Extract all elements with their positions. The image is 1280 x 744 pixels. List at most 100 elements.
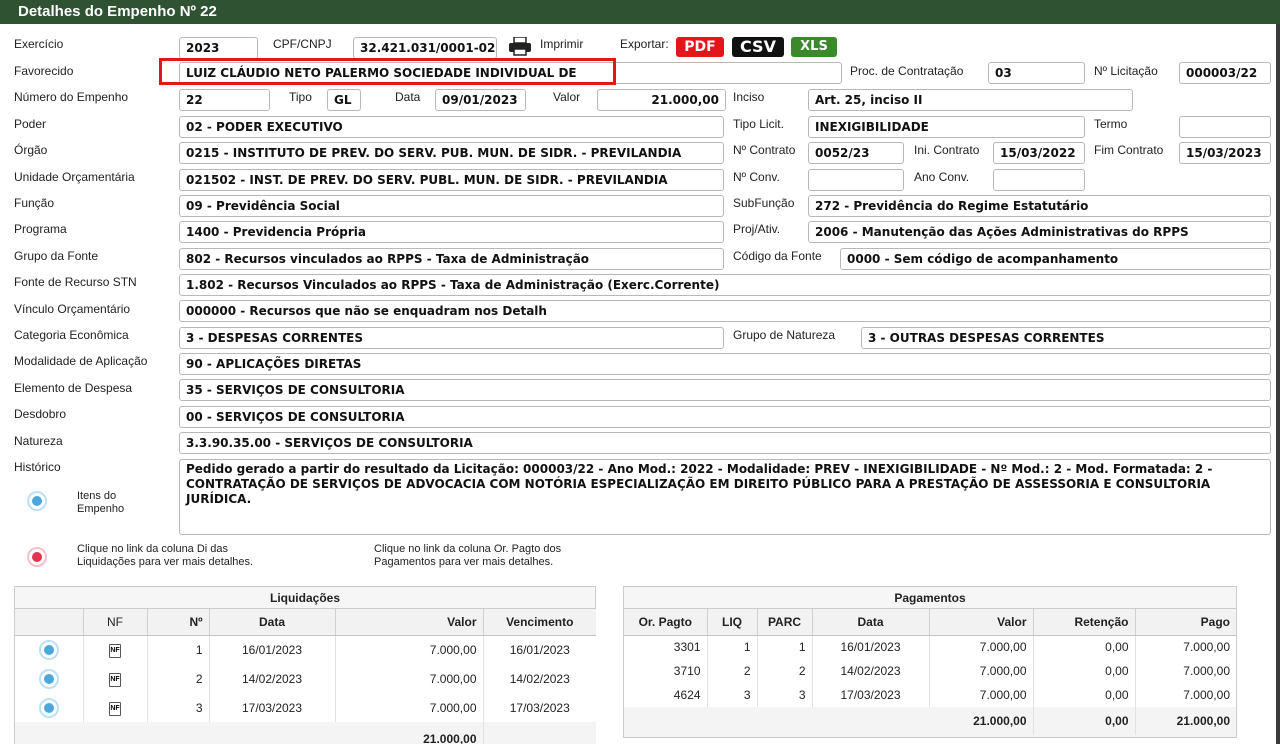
contrato-field[interactable]: 0052/23 <box>808 142 904 164</box>
liq-nf-cell: NF <box>83 693 148 722</box>
pag-parc-cell: 1 <box>757 635 813 659</box>
fonte-stn-label: Fonte de Recurso STN <box>14 275 137 289</box>
pag-total-ret: 0,00 <box>1033 707 1136 735</box>
grupo-fonte-field[interactable]: 802 - Recursos vinculados ao RPPS - Taxa… <box>179 248 724 270</box>
pag-ret-cell: 0,00 <box>1033 659 1136 683</box>
licitacao-field[interactable]: 000003/22 <box>1179 62 1271 84</box>
pagamentos-total-row: 21.000,00 0,00 21.000,00 <box>624 707 1236 735</box>
fonte-stn-field[interactable]: 1.802 - Recursos Vinculados ao RPPS - Ta… <box>179 274 1271 296</box>
export-xls-button[interactable]: XLS <box>791 37 837 57</box>
table-row: NF 1 16/01/2023 7.000,00 16/01/2023 <box>15 635 596 664</box>
pag-data-cell: 17/03/2023 <box>812 683 930 707</box>
liq-col-detail <box>15 609 84 636</box>
table-row: NF 2 14/02/2023 7.000,00 14/02/2023 <box>15 664 596 693</box>
codigo-fonte-field[interactable]: 0000 - Sem código de acompanhamento <box>840 248 1271 270</box>
unidade-field[interactable]: 021502 - INST. DE PREV. DO SERV. PUBL. M… <box>179 169 724 191</box>
liquidacoes-table: NF Nº Data Valor Vencimento NF 1 16/01/2… <box>15 609 596 744</box>
itens-empenho-link[interactable]: Itens do Empenho <box>77 490 124 516</box>
nf-document-icon[interactable]: NF <box>109 702 121 716</box>
desdobro-field[interactable]: 00 - SERVIÇOS DE CONSULTORIA <box>179 406 1271 428</box>
programa-label: Programa <box>14 222 67 236</box>
vinculo-field[interactable]: 000000 - Recursos que não se enquadram n… <box>179 300 1271 322</box>
pag-col-liq: LIQ <box>707 609 758 636</box>
table-row: NF 3 17/03/2023 7.000,00 17/03/2023 <box>15 693 596 722</box>
funcao-field[interactable]: 09 - Previdência Social <box>179 195 724 217</box>
pag-or-link[interactable]: 3301 <box>624 635 708 659</box>
pag-hint-line2: Pagamentos para ver mais detalhes. <box>374 556 554 568</box>
liq-venc-cell: 16/01/2023 <box>483 635 596 664</box>
ini-contrato-label: Ini. Contrato <box>914 143 980 157</box>
fim-contrato-field[interactable]: 15/03/2023 <box>1179 142 1271 164</box>
pag-pago-cell: 7.000,00 <box>1135 659 1236 683</box>
detail-icon[interactable] <box>38 668 59 689</box>
inciso-field[interactable]: Art. 25, inciso II <box>808 89 1133 111</box>
pag-col-retencao: Retenção <box>1033 609 1136 636</box>
pag-col-data: Data <box>812 609 930 636</box>
tipo-field[interactable]: GL <box>327 89 361 111</box>
codigo-fonte-label: Código da Fonte <box>733 249 822 263</box>
pagamentos-panel: Pagamentos Or. Pagto LIQ PARC Data Valor… <box>623 586 1237 738</box>
categoria-field[interactable]: 3 - DESPESAS CORRENTES <box>179 327 724 349</box>
natureza-label: Natureza <box>14 434 63 448</box>
exercicio-field[interactable]: 2023 <box>179 37 258 59</box>
orgao-field[interactable]: 0215 - INSTITUTO DE PREV. DO SERV. PUB. … <box>179 142 724 164</box>
grupo-natureza-label: Grupo de Natureza <box>733 328 836 342</box>
itens-line2: Empenho <box>77 503 125 515</box>
subfuncao-field[interactable]: 272 - Previdência do Regime Estatutário <box>808 195 1271 217</box>
fim-contrato-label: Fim Contrato <box>1094 143 1164 157</box>
tipo-licit-field[interactable]: INEXIGIBILIDADE <box>808 116 1085 138</box>
proj-field[interactable]: 2006 - Manutenção das Ações Administrati… <box>808 221 1271 243</box>
liq-hint-line1: Clique no link da coluna Di das <box>77 543 229 555</box>
window-edge <box>1276 24 1280 744</box>
grupo-natureza-field[interactable]: 3 - OUTRAS DESPESAS CORRENTES <box>861 327 1271 349</box>
modalidade-field[interactable]: 90 - APLICAÇÕES DIRETAS <box>179 353 1271 375</box>
poder-field[interactable]: 02 - PODER EXECUTIVO <box>179 116 724 138</box>
historico-field[interactable]: Pedido gerado a partir do resultado da L… <box>179 459 1271 535</box>
numero-field[interactable]: 22 <box>179 89 270 111</box>
pag-or-link[interactable]: 4624 <box>624 683 708 707</box>
programa-field[interactable]: 1400 - Previdencia Própria <box>179 221 724 243</box>
liq-col-nf: NF <box>83 609 148 636</box>
liquidacoes-info-icon <box>27 547 47 567</box>
valor-field[interactable]: 21.000,00 <box>597 89 726 111</box>
data-field[interactable]: 09/01/2023 <box>435 89 526 111</box>
historico-label: Histórico <box>14 460 61 474</box>
termo-field[interactable] <box>1179 116 1271 138</box>
printer-icon[interactable] <box>508 37 532 56</box>
pagamentos-hint: Clique no link da coluna Or. Pagto dos P… <box>374 543 561 569</box>
conv-field[interactable] <box>808 169 904 191</box>
detail-icon[interactable] <box>38 697 59 718</box>
termo-label: Termo <box>1094 117 1128 131</box>
highlight-box <box>159 58 616 85</box>
itens-line1: Itens do <box>77 490 117 502</box>
natureza-field[interactable]: 3.3.90.35.00 - SERVIÇOS DE CONSULTORIA <box>179 432 1271 454</box>
liq-total-valor: 21.000,00 <box>15 722 484 744</box>
nf-document-icon[interactable]: NF <box>109 644 121 659</box>
itens-empenho-icon[interactable] <box>27 491 47 511</box>
ini-contrato-field[interactable]: 15/03/2022 <box>993 142 1085 164</box>
nf-document-icon[interactable]: NF <box>109 673 121 687</box>
export-csv-button[interactable]: CSV <box>732 37 784 57</box>
cpf-field[interactable]: 32.421.031/0001-02 <box>353 37 497 59</box>
liq-venc-cell: 14/02/2023 <box>483 664 596 693</box>
pag-pago-cell: 7.000,00 <box>1135 635 1236 659</box>
desdobro-label: Desdobro <box>14 407 67 421</box>
proc-field[interactable]: 03 <box>988 62 1085 84</box>
pag-col-valor: Valor <box>929 609 1034 636</box>
liq-valor-cell: 7.000,00 <box>335 693 484 722</box>
export-pdf-button[interactable]: PDF <box>676 37 724 57</box>
liq-nf-cell: NF <box>83 664 148 693</box>
categoria-label: Categoria Econômica <box>14 328 129 342</box>
detail-icon[interactable] <box>38 639 59 660</box>
ano-conv-label: Ano Conv. <box>914 170 970 184</box>
modalidade-label: Modalidade de Aplicação <box>14 354 148 368</box>
ano-conv-field[interactable] <box>993 169 1085 191</box>
print-link[interactable]: Imprimir <box>540 37 583 51</box>
pag-ret-cell: 0,00 <box>1033 635 1136 659</box>
elemento-field[interactable]: 35 - SERVIÇOS DE CONSULTORIA <box>179 379 1271 401</box>
liq-col-valor: Valor <box>335 609 484 636</box>
liq-total-empty <box>483 722 596 744</box>
pag-or-link[interactable]: 3710 <box>624 659 708 683</box>
pagamentos-table: Or. Pagto LIQ PARC Data Valor Retenção P… <box>624 609 1236 735</box>
inciso-label: Inciso <box>733 90 765 104</box>
